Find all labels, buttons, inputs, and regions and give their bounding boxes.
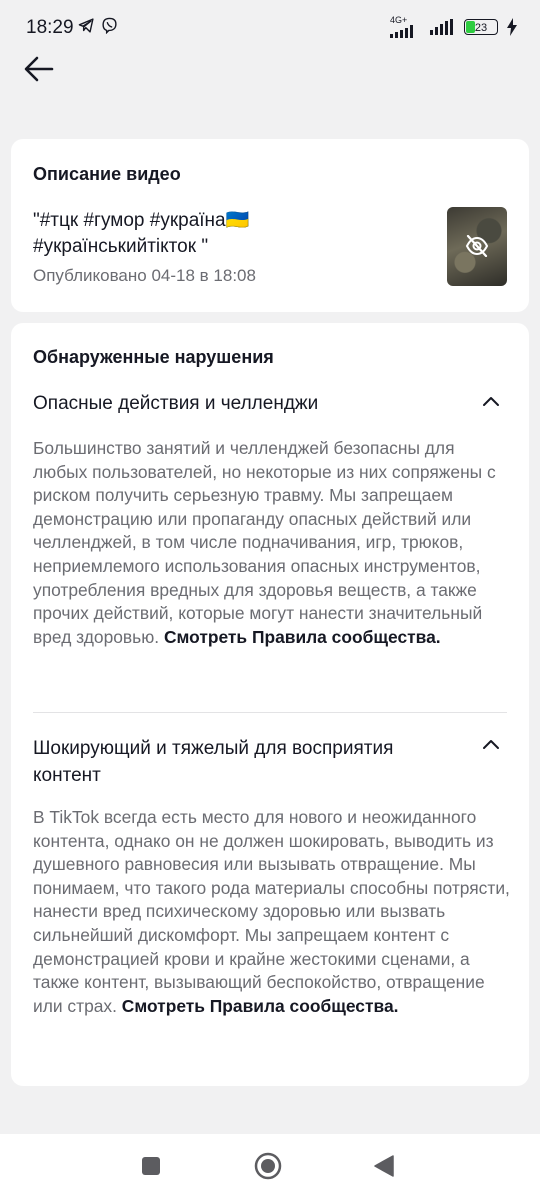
- eye-off-icon: [465, 235, 489, 257]
- battery-level: 23: [474, 22, 488, 34]
- section-divider: [33, 712, 507, 713]
- community-guidelines-link-1[interactable]: Смотреть Правила сообщества.: [164, 627, 441, 647]
- wifi-signal-icon: [430, 19, 453, 35]
- recent-apps-button[interactable]: [141, 1156, 161, 1181]
- violation-text-dangerous: Большинство занятий и челленджей безопас…: [33, 437, 511, 649]
- recent-apps-icon: [142, 1157, 160, 1175]
- chevron-up-icon[interactable]: [479, 733, 503, 757]
- status-notification-icons: [78, 17, 118, 34]
- status-bar: 18:29 4G+ 23: [0, 0, 540, 56]
- chevron-up-icon[interactable]: [479, 390, 503, 414]
- violation-heading-dangerous[interactable]: Опасные действия и челленджи: [33, 390, 463, 417]
- video-card-title: Описание видео: [33, 164, 181, 184]
- violations-title: Обнаруженные нарушения: [33, 347, 274, 367]
- violation-text-shocking: В TikTok всегда есть место для нового и …: [33, 806, 511, 1018]
- home-button[interactable]: [254, 1152, 282, 1185]
- violations-card: Обнаруженные нарушения Опасные действия …: [11, 323, 529, 1086]
- charging-icon: [507, 18, 517, 36]
- video-thumbnail[interactable]: [447, 207, 507, 286]
- back-button[interactable]: [22, 52, 56, 86]
- home-icon: [254, 1152, 282, 1180]
- back-nav-button[interactable]: [374, 1155, 394, 1182]
- status-time: 18:29: [26, 17, 74, 38]
- signal-icon: [390, 25, 413, 38]
- cell-signal-1: 4G+: [390, 16, 422, 38]
- network-type: 4G+: [390, 15, 408, 25]
- violation-heading-shocking[interactable]: Шокирующий и тяжелый для восприятия конт…: [33, 735, 463, 789]
- battery-icon: 23: [464, 19, 498, 35]
- violation-body-dangerous: Большинство занятий и челленджей безопас…: [33, 438, 496, 647]
- video-description-card: Описание видео "#тцк #гумор #україна🇺🇦 #…: [11, 139, 529, 312]
- viber-icon: [102, 17, 117, 34]
- published-date: Опубликовано 04-18 в 18:08: [33, 266, 256, 285]
- telegram-icon: [78, 18, 94, 33]
- back-icon: [374, 1155, 394, 1177]
- video-description: "#тцк #гумор #україна🇺🇦 #українськийтікт…: [33, 208, 413, 260]
- battery-fill: [466, 21, 475, 33]
- arrow-left-icon: [24, 56, 54, 82]
- community-guidelines-link-2[interactable]: Смотреть Правила сообщества.: [122, 996, 399, 1016]
- status-system-icons: 4G+ 23: [390, 16, 518, 38]
- description-line-2: #українськийтікток ": [33, 236, 209, 257]
- ukraine-flag-emoji: 🇺🇦: [225, 210, 250, 231]
- violation-body-shocking: В TikTok всегда есть место для нового и …: [33, 807, 510, 1016]
- description-line-1: "#тцк #гумор #україна: [33, 210, 226, 231]
- system-nav-bar: [0, 1134, 540, 1200]
